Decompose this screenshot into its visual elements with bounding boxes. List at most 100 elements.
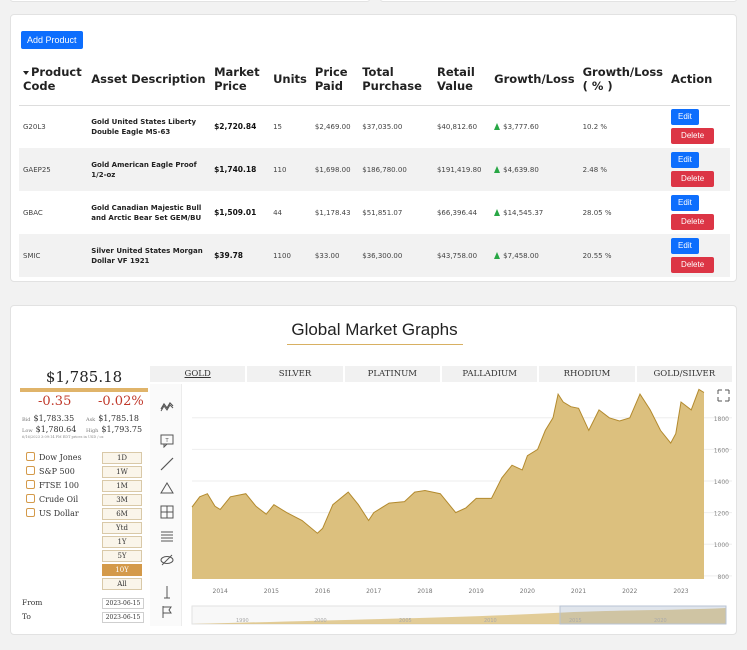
cell-action: Edit Delete — [667, 105, 730, 148]
cell-price-paid: $1,698.00 — [310, 148, 359, 191]
cell-market-price: $1,740.18 — [210, 148, 270, 191]
header-action: Action — [667, 53, 730, 106]
edit-button[interactable]: Edit — [671, 195, 699, 211]
y-tick-label: 1200 — [714, 511, 729, 518]
bid-row: Bid $1,783.35 — [22, 414, 75, 423]
checkbox[interactable] — [26, 494, 35, 503]
to-date-input[interactable]: 2023-06-15 — [102, 612, 144, 623]
annotation-icon[interactable]: T — [159, 432, 175, 448]
triangle-tool-icon[interactable] — [159, 480, 175, 496]
index-ftse100[interactable]: FTSE 100 — [26, 480, 79, 490]
cell-price-paid: $2,469.00 — [314, 122, 351, 131]
edit-button[interactable]: Edit — [671, 109, 699, 126]
tab-gold-silver[interactable]: GOLD/SILVER — [636, 366, 732, 382]
from-label: From — [22, 598, 43, 607]
header-retail-value[interactable]: Retail Value — [432, 53, 491, 106]
range-1y[interactable]: 1Y — [102, 536, 142, 548]
x-tick-label: 2021 — [571, 588, 586, 595]
header-growth-loss[interactable]: Growth/Loss — [490, 53, 579, 106]
delete-button[interactable]: Delete — [671, 257, 715, 273]
range-5y[interactable]: 5Y — [102, 550, 142, 562]
x-tick-label: 2017 — [366, 588, 381, 595]
edit-button[interactable]: Edit — [671, 238, 699, 254]
table-row: G20L3 Gold United States Liberty Double … — [19, 105, 730, 148]
range-ytd[interactable]: Ytd — [102, 522, 142, 534]
navigator-year-label: 2015 — [569, 618, 582, 624]
table-header-row: Product Code Asset Description Market Pr… — [19, 53, 730, 106]
range-1d[interactable]: 1D — [102, 452, 142, 464]
y-tick-label: 1600 — [714, 447, 729, 454]
cell-growth: $7,458.00 — [490, 234, 579, 277]
indicators-icon[interactable] — [159, 398, 175, 414]
drawing-toolbar: T — [150, 384, 182, 626]
cell-market-price: $1,509.01 — [214, 208, 257, 217]
add-product-button[interactable]: Add Product — [21, 31, 83, 49]
range-all[interactable]: All — [102, 578, 142, 590]
tab-palladium[interactable]: PALLADIUM — [441, 366, 538, 382]
market-graphs-panel: Global Market Graphs $1,785.18 -0.35 -0.… — [10, 305, 737, 635]
gold-price-chart[interactable]: 800 1000 1200 1400 1600 1800 2014 2015 2016 2017 2… — [184, 384, 732, 626]
tab-rhodium[interactable]: RHODIUM — [539, 366, 635, 382]
checkbox[interactable] — [26, 508, 35, 517]
range-1w[interactable]: 1W — [102, 466, 142, 478]
table-row: SMIC Silver United States Morgan Dollar … — [19, 234, 730, 277]
fullscreen-icon[interactable] — [717, 389, 730, 402]
low-row: Low $1,780.64 — [22, 425, 77, 434]
checkbox[interactable] — [26, 480, 35, 489]
header-growth-loss-pct[interactable]: Growth/Loss ( % ) — [578, 53, 668, 106]
cell-retail-value: $66,396.44 — [436, 208, 478, 217]
from-date-input[interactable]: 2023-06-15 — [102, 598, 144, 609]
y-tick-label: 1000 — [714, 542, 729, 549]
index-us-dollar[interactable]: US Dollar — [26, 508, 79, 518]
checkbox[interactable] — [26, 452, 35, 461]
edit-button[interactable]: Edit — [671, 152, 699, 168]
header-units[interactable]: Units — [269, 53, 311, 106]
cell-code: G20L3 — [23, 122, 46, 131]
cell-total-purchase: $186,780.00 — [358, 148, 433, 191]
delete-button[interactable]: Delete — [671, 171, 715, 187]
hide-icon[interactable] — [159, 552, 175, 568]
navigator-year-label: 2005 — [399, 618, 412, 624]
cell-retail-value: $191,419.80 — [432, 148, 491, 191]
range-6m[interactable]: 6M — [102, 508, 142, 520]
measure-icon[interactable] — [159, 504, 175, 520]
vertical-line-icon[interactable] — [159, 584, 175, 600]
cell-growth-pct: 28.05 % — [582, 208, 612, 217]
line-tool-icon[interactable] — [159, 456, 175, 472]
index-crude-oil[interactable]: Crude Oil — [26, 494, 78, 504]
ask-row: Ask $1,785.18 — [86, 414, 139, 423]
sort-caret-icon — [23, 70, 29, 75]
header-total-purchase[interactable]: Total Purchase — [358, 53, 433, 106]
header-market-price[interactable]: Market Price — [210, 53, 270, 106]
cell-action: Edit Delete — [667, 234, 730, 277]
cell-units: 110 — [269, 148, 311, 191]
quote-panel: $1,785.18 -0.35 -0.02% Bid $1,783.35 Ask $… — [20, 364, 148, 630]
header-price-paid[interactable]: Price Paid — [310, 53, 359, 106]
tab-silver[interactable]: SILVER — [247, 366, 343, 382]
cell-action: Edit Delete — [667, 148, 730, 191]
cell-units: 1100 — [269, 234, 311, 277]
index-sp500[interactable]: S&P 500 — [26, 466, 75, 476]
x-tick-label: 2023 — [673, 588, 688, 595]
cell-code: SMIC — [19, 234, 88, 277]
header-asset-description[interactable]: Asset Description — [87, 53, 211, 106]
flag-icon[interactable] — [159, 604, 175, 620]
header-product-code[interactable]: Product Code — [19, 53, 88, 106]
arrow-up-icon — [494, 208, 501, 216]
arrow-up-icon — [494, 251, 501, 259]
delete-button[interactable]: Delete — [671, 128, 715, 145]
table-tool-icon[interactable] — [159, 528, 175, 544]
index-dow-jones[interactable]: Dow Jones — [26, 452, 82, 462]
checkbox[interactable] — [26, 466, 35, 475]
delete-button[interactable]: Delete — [671, 214, 715, 230]
arrow-up-icon — [494, 122, 501, 130]
range-3m[interactable]: 3M — [102, 494, 142, 506]
range-1m[interactable]: 1M — [102, 480, 142, 492]
tab-gold[interactable]: GOLD — [150, 366, 246, 382]
navigator-year-label: 1990 — [236, 618, 249, 624]
top-cards — [0, 0, 747, 4]
cell-growth-pct: 2.48 % — [578, 148, 668, 191]
range-10y[interactable]: 10Y — [102, 564, 142, 576]
cell-units: 44 — [273, 208, 283, 217]
tab-platinum[interactable]: PLATINUM — [344, 366, 440, 382]
